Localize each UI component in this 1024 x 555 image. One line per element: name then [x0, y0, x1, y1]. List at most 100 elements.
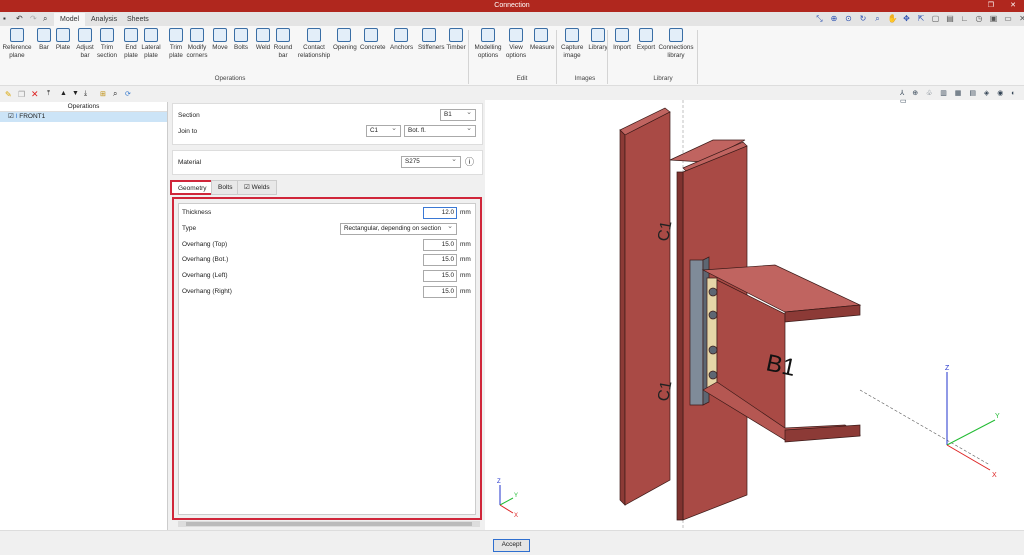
grid-icon[interactable]: ▤ — [946, 14, 955, 23]
field-input[interactable]: 15.0 — [423, 270, 457, 283]
ribbon-button-contact-relationship[interactable]: Contact relationship — [295, 28, 333, 59]
horizontal-scrollbar[interactable] — [178, 521, 480, 527]
contact-relationship-icon — [307, 28, 321, 42]
frame-icon[interactable]: ▢ — [931, 14, 940, 23]
ribbon-button-weld[interactable]: Weld — [252, 28, 274, 52]
save-icon[interactable]: ▪ — [3, 14, 6, 23]
section-select[interactable]: B1 — [440, 108, 476, 121]
ribbon-button-trim-section[interactable]: Trim section — [96, 28, 118, 59]
tab-bolts[interactable]: Bolts — [211, 180, 240, 195]
field-input[interactable]: 15.0 — [423, 286, 457, 298]
3d-viewport[interactable]: C1 C1 B1 Z Y X Z Y X — [485, 100, 1024, 530]
field-input[interactable]: 15.0 — [423, 254, 457, 267]
tab-sheets[interactable]: Sheets — [121, 13, 155, 26]
zoom-all-icon[interactable]: ⊕ — [830, 14, 839, 23]
ribbon-button-export[interactable]: Export — [635, 28, 657, 52]
ribbon-button-view-options[interactable]: View options — [505, 28, 527, 59]
field-label: Type — [182, 224, 197, 232]
opening-icon — [337, 28, 351, 42]
move-bottom-icon[interactable]: ⤓ — [84, 90, 87, 98]
tab-label: Bolts — [218, 184, 233, 191]
tree-item-front1[interactable]: ☑ I FRONT1 — [0, 112, 167, 122]
ribbon-group-edit: Edit — [516, 75, 528, 82]
clock-icon[interactable]: ◷ — [975, 14, 984, 23]
move-down-icon[interactable]: ▼ — [72, 90, 79, 97]
search-icon[interactable]: ⌕ — [43, 14, 47, 24]
join-select[interactable]: C1 — [366, 124, 401, 137]
move-top-icon[interactable]: ⤒ — [47, 90, 50, 98]
tools-icon[interactable]: ✕ — [1018, 14, 1024, 23]
zoom-extent-icon[interactable]: ⌕ — [873, 14, 882, 23]
ribbon-button-label: Opening — [333, 44, 357, 51]
tree-icon[interactable]: ⊞ — [100, 90, 106, 98]
comment-icon[interactable]: ▭ — [1004, 14, 1013, 23]
ribbon-button-concrete[interactable]: Concrete — [360, 28, 386, 52]
select-icon[interactable]: ⇱ — [917, 14, 926, 23]
edit-icon[interactable]: ✎ — [5, 90, 12, 99]
ribbon-button-plate[interactable]: Plate — [52, 28, 74, 52]
tab-welds[interactable]: ☑ Welds — [237, 180, 277, 195]
view-mode-toolbar[interactable]: ⅄ ⊕ ♧ ▥ ▦ ▤ ◈ ◉ ◐ ▭ — [900, 89, 1024, 105]
field-input[interactable]: 15.0 — [423, 238, 457, 251]
ribbon-separator — [468, 30, 469, 84]
ribbon-button-anchors[interactable]: Anchors — [390, 28, 413, 52]
zoom-icon[interactable]: ⊙ — [844, 14, 853, 23]
column-label-lower: C1 — [655, 380, 675, 403]
tab-geometry[interactable]: Geometry — [170, 180, 215, 195]
ribbon-button-timber[interactable]: Timber — [445, 28, 467, 52]
ribbon-button-modelling-options[interactable]: Modelling options — [473, 28, 503, 59]
ribbon-button-measure[interactable]: Measure — [530, 28, 555, 52]
ribbon-button-move[interactable]: Move — [209, 28, 231, 52]
ribbon-button-capture-image[interactable]: Capture image — [561, 28, 583, 59]
view-options-icon — [509, 28, 523, 42]
close-icon[interactable]: ✕ — [1010, 0, 1016, 12]
ribbon-button-modify-corners[interactable]: Modify corners — [185, 28, 209, 59]
tree-item-label: FRONT1 — [19, 113, 46, 120]
join-part-select[interactable]: Bot. fl. — [404, 124, 476, 137]
ribbon-button-lateral-plate[interactable]: Lateral plate — [140, 28, 162, 59]
ribbon-button-label: Timber — [446, 44, 466, 51]
ribbon-button-opening[interactable]: Opening — [333, 28, 357, 52]
ribbon-button-reference-plane[interactable]: Reference plane — [2, 28, 32, 59]
weld-icon — [256, 28, 270, 42]
ribbon-button-adjust-bar[interactable]: Adjust bar — [74, 28, 96, 59]
operations-header: Operations — [0, 102, 167, 112]
orbit-icon[interactable]: ✥ — [902, 14, 911, 23]
pan-icon[interactable]: ✋ — [888, 14, 898, 23]
find-icon[interactable]: ⌕ — [113, 89, 117, 99]
ribbon-button-trim-plate[interactable]: Trim plate — [165, 28, 187, 59]
type-select[interactable]: Rectangular, depending on section — [340, 222, 457, 235]
zoom-window-icon[interactable]: ⤡ — [815, 14, 824, 23]
tab-model[interactable]: Model — [54, 13, 86, 26]
copy-icon[interactable]: ❐ — [18, 90, 25, 99]
delete-icon[interactable]: ✕ — [31, 89, 39, 100]
ribbon-button-connections-library[interactable]: Connections library — [657, 28, 695, 59]
timber-icon — [449, 28, 463, 42]
welds-checkbox[interactable]: ☑ — [244, 184, 250, 191]
info-icon[interactable]: ⓘ — [465, 155, 474, 168]
field-label: Overhang (Bot.) — [182, 256, 229, 264]
round-bar-icon — [276, 28, 290, 42]
tab-analysis[interactable]: Analysis — [85, 13, 123, 26]
material-select[interactable]: S275 — [401, 155, 461, 168]
ribbon-button-end-plate[interactable]: End plate — [120, 28, 142, 59]
redo-icon[interactable]: ↷ — [30, 14, 37, 23]
angle-icon[interactable]: ∟ — [960, 14, 969, 23]
ribbon-button-stiffeners[interactable]: Stiffeners — [418, 28, 445, 52]
undo-icon[interactable]: ↶ — [16, 14, 23, 23]
refresh-icon[interactable]: ⟳ — [125, 90, 131, 98]
checkbox[interactable]: ☑ — [8, 113, 14, 120]
ribbon-button-library[interactable]: Library — [587, 28, 609, 52]
ribbon-button-bolts[interactable]: Bolts — [230, 28, 252, 52]
ribbon: Reference plane Bar Plate Adjust bar Trim se… — [0, 26, 700, 86]
restore-icon[interactable]: ❐ — [988, 0, 994, 12]
ribbon-button-import[interactable]: Import — [611, 28, 633, 52]
field-input[interactable]: 12.0 — [423, 207, 457, 219]
accept-button[interactable]: Accept — [493, 539, 530, 552]
ribbon-button-round-bar[interactable]: Round bar — [272, 28, 294, 59]
trim-section-icon — [100, 28, 114, 42]
doc-icon[interactable]: ▣ — [989, 14, 998, 23]
reference-plane-icon — [10, 28, 24, 42]
rotate-icon[interactable]: ↻ — [859, 14, 868, 23]
move-up-icon[interactable]: ▲ — [60, 90, 67, 97]
